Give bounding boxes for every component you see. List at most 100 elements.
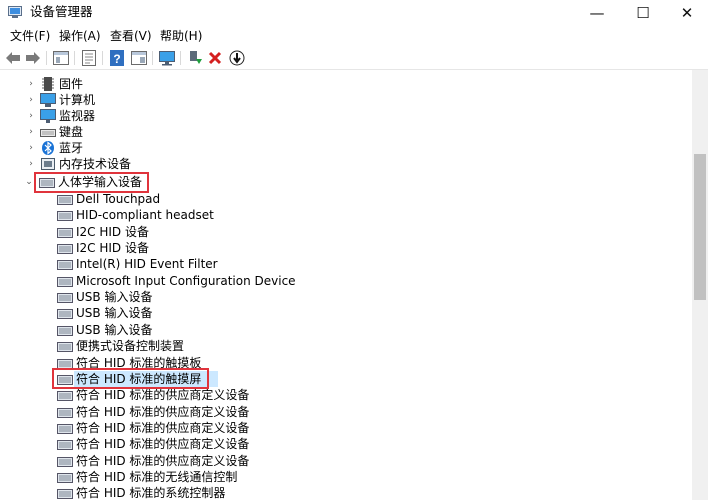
tree-item-computer[interactable]: › 计算机	[0, 92, 692, 108]
tree-item-label: 键盘	[59, 125, 84, 139]
tree-item-device[interactable]: Dell Touchpad	[0, 191, 692, 207]
maximize-button[interactable]: ☐	[620, 0, 666, 26]
hid-device-icon	[57, 228, 73, 238]
forward-icon[interactable]	[24, 49, 42, 67]
tree-item-label: USB 输入设备	[76, 290, 153, 304]
hid-device-icon	[57, 244, 73, 254]
tree-item-device[interactable]: I2C HID 设备	[0, 224, 692, 240]
expand-arrow[interactable]: ›	[26, 156, 36, 172]
menu-bar: 文件(F) 操作(A) 查看(V) 帮助(H)	[0, 26, 708, 46]
tree-item-device[interactable]: 符合 HID 标准的供应商定义设备	[0, 387, 692, 403]
highlight-box-hid	[34, 172, 149, 193]
tree-item-device[interactable]: 符合 HID 标准的供应商定义设备	[0, 436, 692, 452]
update-driver-icon[interactable]	[186, 49, 204, 67]
hid-device-icon	[57, 440, 73, 450]
hid-device-icon	[57, 260, 73, 270]
expand-arrow[interactable]: ›	[26, 124, 36, 140]
menu-action[interactable]: 操作(A)	[59, 28, 101, 44]
memory-icon	[41, 158, 55, 170]
download-icon[interactable]	[228, 49, 246, 67]
tree-item-keyboard[interactable]: › 键盘	[0, 124, 692, 140]
tree-item-memory[interactable]: › 内存技术设备	[0, 156, 692, 172]
tree-item-device[interactable]: 符合 HID 标准的系统控制器	[0, 485, 692, 500]
tree-view-icon[interactable]	[52, 49, 70, 67]
tree-item-label: 符合 HID 标准的供应商定义设备	[76, 405, 250, 419]
hid-device-icon	[57, 473, 73, 483]
properties-icon[interactable]	[80, 49, 98, 67]
tree-item-device[interactable]: 便携式设备控制装置	[0, 338, 692, 354]
expand-arrow[interactable]: ›	[26, 76, 36, 92]
tree-item-label: 便携式设备控制装置	[76, 339, 185, 353]
uninstall-icon[interactable]	[206, 49, 224, 67]
hid-device-icon	[57, 309, 73, 319]
tree-item-firmware[interactable]: › 固件	[0, 76, 692, 92]
hid-device-icon	[57, 211, 73, 221]
keyboard-icon	[40, 129, 56, 137]
toolbar: ?	[0, 47, 708, 70]
tree-item-label: 计算机	[59, 93, 96, 107]
tree-item-label: Microsoft Input Configuration Device	[76, 274, 296, 288]
menu-help[interactable]: 帮助(H)	[160, 28, 202, 44]
window-title: 设备管理器	[30, 4, 93, 19]
computer-icon	[40, 93, 56, 107]
hid-device-icon	[57, 277, 73, 287]
tree-item-label: USB 输入设备	[76, 323, 153, 337]
help-icon[interactable]: ?	[108, 49, 126, 67]
expand-arrow[interactable]: ›	[26, 92, 36, 108]
tree-item-device[interactable]: 符合 HID 标准的供应商定义设备	[0, 453, 692, 469]
device-view-icon[interactable]	[130, 49, 148, 67]
tree-item-device[interactable]: 符合 HID 标准的无线通信控制	[0, 469, 692, 485]
tree-item-label: 符合 HID 标准的系统控制器	[76, 486, 226, 500]
close-button[interactable]: ✕	[664, 0, 708, 26]
tree-item-label: USB 输入设备	[76, 306, 153, 320]
expand-arrow[interactable]: ›	[26, 140, 36, 156]
minimize-button[interactable]: —	[574, 0, 620, 26]
tree-item-monitor[interactable]: › 监视器	[0, 108, 692, 124]
tree-item-label: I2C HID 设备	[76, 225, 149, 239]
hid-device-icon	[57, 293, 73, 303]
menu-file[interactable]: 文件(F)	[10, 28, 50, 44]
vertical-scrollbar[interactable]	[692, 70, 708, 500]
device-manager-icon	[8, 6, 22, 18]
tree-item-label: I2C HID 设备	[76, 241, 149, 255]
tree-item-label: 监视器	[59, 109, 96, 123]
tree-item-label: 符合 HID 标准的供应商定义设备	[76, 421, 250, 435]
scrollbar-thumb[interactable]	[694, 154, 706, 300]
tree-item-label: Intel(R) HID Event Filter	[76, 257, 218, 271]
tree-item-device[interactable]: USB 输入设备	[0, 305, 692, 321]
expand-arrow[interactable]: ›	[26, 108, 36, 124]
monitor-icon	[40, 109, 56, 123]
tree-item-device[interactable]: USB 输入设备	[0, 322, 692, 338]
tree-item-label: 符合 HID 标准的供应商定义设备	[76, 454, 250, 468]
hid-device-icon	[57, 342, 73, 352]
tree-item-label: HID-compliant headset	[76, 208, 214, 222]
hid-device-icon	[57, 489, 73, 499]
collapse-arrow[interactable]: ⌄	[24, 174, 34, 190]
tree-item-device[interactable]: USB 输入设备	[0, 289, 692, 305]
menu-view[interactable]: 查看(V)	[110, 28, 152, 44]
monitor-icon[interactable]	[158, 49, 176, 67]
tree-item-label: 固件	[59, 77, 84, 91]
tree-item-device[interactable]: 符合 HID 标准的供应商定义设备	[0, 404, 692, 420]
bluetooth-icon	[42, 141, 54, 155]
tree-item-device[interactable]: Microsoft Input Configuration Device	[0, 273, 692, 289]
svg-text:?: ?	[113, 52, 120, 66]
tree-item-device[interactable]: Intel(R) HID Event Filter	[0, 256, 692, 272]
device-tree: › 固件 › 计算机 › 监视器 › 键盘 › 蓝牙 › 内存技术设备 ⌄ 人体…	[0, 70, 692, 500]
hid-device-icon	[57, 326, 73, 336]
firmware-icon	[42, 77, 54, 91]
tree-item-device[interactable]: HID-compliant headset	[0, 207, 692, 223]
tree-item-device[interactable]: I2C HID 设备	[0, 240, 692, 256]
tree-item-label: 内存技术设备	[59, 157, 132, 171]
tree-item-bluetooth[interactable]: › 蓝牙	[0, 140, 692, 156]
tree-item-label: Dell Touchpad	[76, 192, 161, 206]
hid-device-icon	[57, 391, 73, 401]
hid-device-icon	[57, 408, 73, 418]
hid-device-icon	[57, 457, 73, 467]
tree-item-label: 符合 HID 标准的无线通信控制	[76, 470, 238, 484]
tree-item-device[interactable]: 符合 HID 标准的供应商定义设备	[0, 420, 692, 436]
tree-item-label: 符合 HID 标准的供应商定义设备	[76, 388, 250, 402]
back-icon[interactable]	[4, 49, 22, 67]
tree-item-label: 符合 HID 标准的供应商定义设备	[76, 437, 250, 451]
highlight-box-touchscreen	[52, 368, 209, 389]
